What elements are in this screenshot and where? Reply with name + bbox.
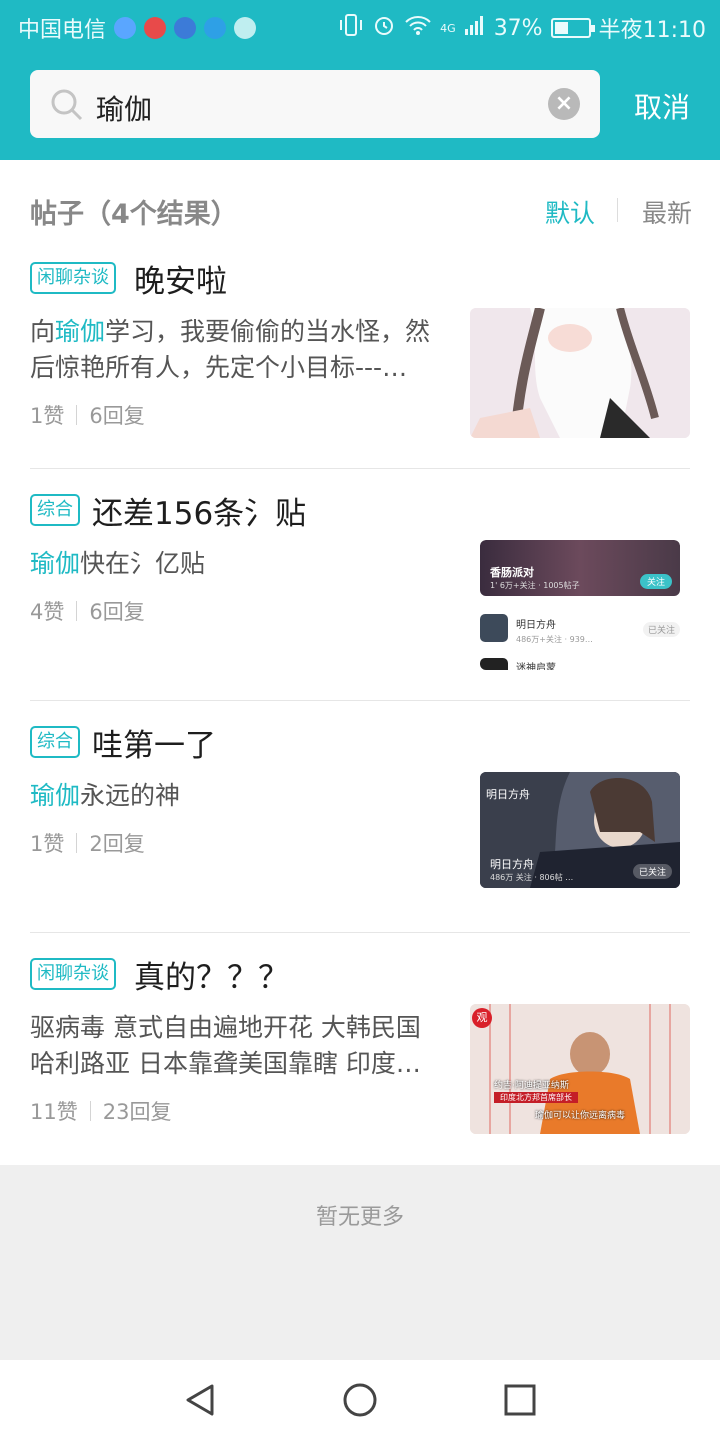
wechat-icon (234, 17, 257, 39)
sort-default-tab[interactable]: 默认 (545, 194, 595, 230)
post-thumbnail[interactable]: 明日方舟 明日方舟 486万 关注 · 806帖 … 已关注 (480, 772, 680, 888)
post-thumbnail[interactable]: 香肠派对 1' 6万+关注 · 1005帖子 关注 明日方舟 486万+关注 ·… (480, 540, 680, 670)
search-query[interactable]: 瑜伽 (96, 88, 152, 128)
post-tag: 闲聊杂谈 (30, 262, 116, 294)
post-meta: 11赞 23回复 (30, 1096, 171, 1126)
thumb-banner: 香肠派对 1' 6万+关注 · 1005帖子 关注 (480, 540, 680, 596)
post-item[interactable]: 综合 哇第一了 瑜伽永远的神 1赞 2回复 明日方舟 明日方舟 486万 关注 … (30, 726, 690, 916)
post-excerpt: 瑜伽快在氵亿贴 (30, 549, 206, 578)
clear-icon[interactable]: × (548, 88, 580, 120)
post-tag: 综合 (30, 726, 80, 758)
post-title: 晚安啦 (134, 264, 227, 300)
post-excerpt: 瑜伽永远的神 (30, 781, 181, 810)
post-title: 哇第一了 (92, 728, 216, 764)
results-title: 帖子（4个结果） (30, 199, 238, 230)
like-count: 11赞 (30, 1100, 78, 1124)
pen-app-icon (174, 17, 197, 39)
netease-app-icon (144, 17, 167, 39)
search-icon (50, 88, 84, 122)
like-count: 4赞 (30, 600, 65, 624)
post-thumbnail[interactable] (470, 308, 690, 438)
post-meta: 1赞 6回复 (30, 400, 145, 430)
post-item[interactable]: 闲聊杂谈 真的？？？ 驱病毒 意式自由遍地开花 大韩民国哈利路亚 日本靠聋美国靠… (30, 958, 690, 1148)
battery-icon (550, 18, 595, 38)
post-tag: 综合 (30, 494, 80, 526)
signal-icon (464, 14, 486, 42)
post-item[interactable]: 闲聊杂谈 晚安啦 向瑜伽学习，我要偷偷的当水怪，然后惊艳所有人，先定个小目标--… (30, 262, 690, 452)
post-excerpt: 向瑜伽学习，我要偷偷的当水怪，然后惊艳所有人，先定个小目标---… (30, 317, 431, 382)
no-more-label: 暂无更多 (315, 1205, 404, 1230)
reply-count: 6回复 (89, 600, 145, 624)
post-divider (30, 932, 690, 933)
cancel-button[interactable]: 取消 (634, 86, 690, 126)
game-avatar (480, 658, 508, 670)
search-input[interactable]: 瑜伽 × (30, 70, 600, 138)
recents-icon[interactable] (500, 1380, 540, 1420)
like-count: 1赞 (30, 404, 65, 428)
reply-count: 23回复 (102, 1100, 172, 1124)
sort-newest-tab[interactable]: 最新 (642, 194, 692, 230)
home-icon[interactable] (340, 1380, 380, 1420)
carrier-label: 中国电信 (18, 18, 107, 43)
music-app-icon (114, 17, 137, 39)
post-thumbnail[interactable]: 观 约吉·阿迪提亚纳斯 印度北方邦首席部长 瑜伽可以让你远离病毒 (470, 1004, 690, 1134)
sort-divider (617, 198, 618, 222)
system-nav-bar (0, 1360, 720, 1440)
back-icon[interactable] (180, 1380, 220, 1420)
network-type: 4G (440, 21, 456, 35)
post-excerpt: 驱病毒 意式自由遍地开花 大韩民国哈利路亚 日本靠聋美国靠瞎 印度… (30, 1013, 421, 1078)
reply-count: 2回复 (89, 832, 145, 856)
list-footer: 暂无更多 (0, 1165, 720, 1360)
post-divider (30, 468, 690, 469)
news-badge-icon: 观 (472, 1008, 492, 1028)
app-header: 中国电信 4G 37% 半夜11:10 瑜伽 × 取消 (0, 0, 720, 160)
post-item[interactable]: 综合 还差156条氵贴 瑜伽快在氵亿贴 4赞 6回复 香肠派对 1' 6万+关注… (30, 494, 690, 684)
clock: 半夜11:10 (598, 18, 706, 43)
post-meta: 4赞 6回复 (30, 596, 145, 626)
arknights-avatar (480, 614, 508, 642)
post-title: 还差156条氵贴 (92, 496, 307, 532)
browser-app-icon (204, 17, 227, 39)
status-bar: 中国电信 4G 37% 半夜11:10 (0, 0, 720, 50)
battery-percent: 37% (493, 15, 543, 41)
wifi-icon (404, 14, 432, 42)
reply-count: 6回复 (89, 404, 145, 428)
post-tag: 闲聊杂谈 (30, 958, 116, 990)
like-count: 1赞 (30, 832, 65, 856)
alarm-icon (372, 13, 396, 43)
post-title: 真的？？？ (134, 960, 289, 996)
vibrate-icon (338, 13, 364, 43)
post-meta: 1赞 2回复 (30, 828, 145, 858)
post-divider (30, 700, 690, 701)
